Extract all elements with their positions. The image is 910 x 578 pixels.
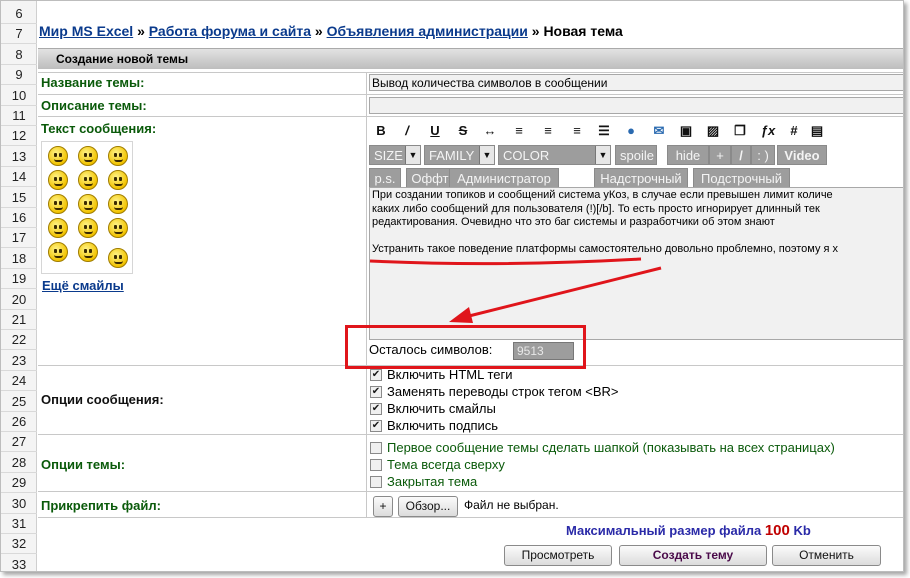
max-file-size: Максимальный размер файла 100 Kb — [566, 522, 811, 539]
max-size-unit: Kb — [793, 523, 811, 538]
topic-options-label: Опции темы: — [41, 457, 126, 472]
attach-file-label: Прикрепить файл: — [41, 498, 161, 513]
cancel-button[interactable]: Отменить — [772, 545, 881, 566]
browse-button[interactable]: Обзор... — [398, 496, 458, 517]
create-topic-button[interactable]: Создать тему — [619, 545, 767, 566]
annotation-underline — [369, 257, 642, 266]
checkbox-signature[interactable]: ✔ — [370, 420, 382, 432]
max-size-value: 100 — [764, 522, 790, 539]
checkbox-label: Заменять переводы строк тегом <BR> — [387, 384, 619, 399]
checkbox-closed-topic[interactable] — [370, 476, 382, 488]
checkbox-first-post-header[interactable] — [370, 442, 382, 454]
preview-button[interactable]: Просмотреть — [504, 545, 612, 566]
checkbox-label: Закрытая тема — [387, 474, 478, 489]
max-size-prefix: Максимальный размер файла — [566, 523, 762, 538]
checkbox-label: Тема всегда сверху — [387, 457, 505, 472]
checkbox-smiles[interactable]: ✔ — [370, 403, 382, 415]
no-file-text: Файл не выбран. — [464, 498, 559, 512]
message-options-label: Опции сообщения: — [41, 392, 164, 407]
add-file-button[interactable]: + — [373, 496, 393, 517]
annotation-arrowhead — [449, 307, 473, 323]
checkbox-label: Включить смайлы — [387, 401, 496, 416]
checkbox-label: Включить подпись — [387, 418, 499, 433]
checkbox-sticky-topic[interactable] — [370, 459, 382, 471]
checkbox-br-tags[interactable]: ✔ — [370, 386, 382, 398]
annotation-box — [345, 325, 586, 369]
checkbox-label: Включить HTML теги — [387, 367, 513, 382]
screenshot-frame: 6 7 8 9 10 11 12 13 14 15 16 17 18 19 20 21 22 23 24 25 26 27… — [0, 0, 904, 572]
checkbox-html-tags[interactable]: ✔ — [370, 369, 382, 381]
checkbox-label: Первое сообщение темы сделать шапкой (по… — [387, 440, 835, 455]
annotation-arrow — [464, 266, 662, 319]
